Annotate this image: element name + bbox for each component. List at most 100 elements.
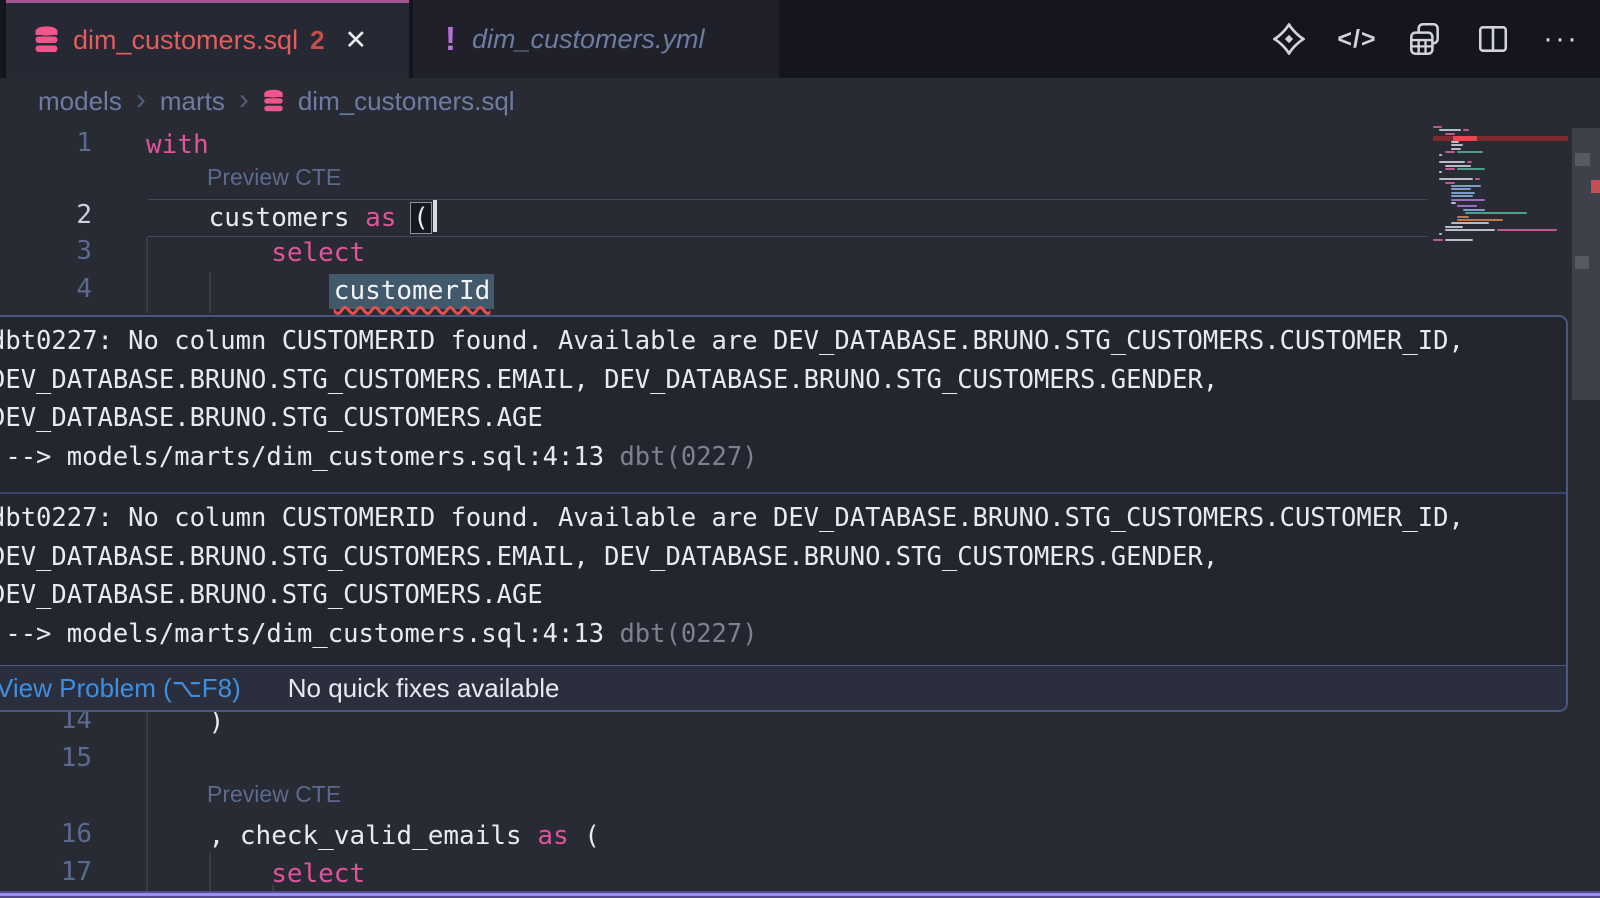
scrollbar[interactable] [1572,0,1600,898]
no-quick-fixes-label: No quick fixes available [288,673,560,704]
minimap-code-line [1467,161,1472,163]
panel-sash[interactable] [0,891,1600,898]
minimap-code-line [1445,168,1455,170]
warning-icon: ! [445,20,456,58]
minimap-code-line [1433,126,1442,128]
minimap-code-line [1457,205,1477,207]
breadcrumb-marts[interactable]: marts [160,86,225,117]
line-number: 17 [0,855,92,889]
split-editor-icon[interactable] [1474,20,1512,58]
minimap-code-line [1439,171,1442,173]
indent-guide [146,712,148,891]
minimap-code-line [1445,182,1455,184]
minimap-code-line [1433,239,1443,241]
popup-status-bar: View Problem (⌥F8) No quick fixes availa… [0,665,1568,711]
codelens-preview-cte[interactable]: Preview CTE [207,781,341,808]
indent-guide [146,237,148,313]
error-message-line: DEV_DATABASE.BRUNO.STG_CUSTOMERS.AGE [0,579,543,612]
minimap-code-line [1457,151,1483,153]
minimap-code-line [1445,151,1455,153]
minimap-code-line [1451,202,1456,204]
minimap-code-line [1451,144,1463,146]
minimap-code-line [1457,168,1485,170]
minimap-code-line [1451,185,1481,187]
overview-ruler-error-marker [1591,180,1600,193]
indent-guide [209,272,211,313]
keyword-token: select [271,859,365,889]
line-number: 3 [0,234,92,268]
editor-window: dim_customers.sql 2 ✕ ! dim_customers.ym… [0,0,1600,898]
error-identifier: customerId [329,274,495,309]
code-token: ( [569,821,600,851]
minimap-code-line [1445,239,1473,241]
close-tab-icon[interactable]: ✕ [345,25,368,56]
line-number: 16 [0,817,92,851]
chevron-right-icon: › [136,85,146,115]
minimap-code-line [1451,188,1471,190]
minimap-code-line [1451,192,1475,194]
codelens-preview-cte[interactable]: Preview CTE [207,164,341,191]
keyword-token: select [271,238,365,268]
line-number: 2 [0,198,92,232]
minimap-code-line [1457,216,1469,218]
minimap-code-line [1439,129,1461,131]
code-token: customers [209,203,366,233]
view-problem-link[interactable]: View Problem (⌥F8) [0,673,241,704]
code-line[interactable]: customerId [334,274,495,308]
editor-toolbar: </> ··· [1270,0,1580,78]
minimap-code-line [1439,154,1442,156]
keyword-token: as [537,821,568,851]
error-message-line: --> models/marts/dim_customers.sql:4:13 … [0,618,758,651]
error-message-line: DEV_DATABASE.BRUNO.STG_CUSTOMERS.EMAIL, … [0,364,1218,397]
overview-ruler-change-marker [1575,153,1590,166]
minimap[interactable] [1433,124,1568,249]
tab-dim-customers-yml[interactable]: ! dim_customers.yml [413,0,779,78]
minimap-code-line [1497,229,1557,231]
chevron-right-icon: › [239,85,249,115]
minimap-code-line [1463,129,1469,131]
indent-guide [209,853,211,891]
minimap-code-line [1457,219,1503,221]
code-line[interactable]: , check_valid_emails as ( [209,819,600,853]
code-token: ( [410,202,432,234]
keyword-token: with [146,130,209,160]
tab-title: dim_customers.yml [472,24,705,55]
minimap-code-line [1439,161,1465,163]
minimap-code-line [1445,226,1463,228]
keyword-token: as [365,203,396,233]
popup-divider [0,492,1568,494]
tab-bar: dim_customers.sql 2 ✕ ! dim_customers.ym… [0,0,1600,78]
code-token: , check_valid_emails [209,821,538,851]
error-message-line: DEV_DATABASE.BRUNO.STG_CUSTOMERS.EMAIL, … [0,541,1218,574]
code-icon[interactable]: </> [1338,20,1376,58]
tab-dim-customers-sql[interactable]: dim_customers.sql 2 ✕ [6,0,409,78]
line-number: 15 [0,741,92,775]
breadcrumb-file[interactable]: dim_customers.sql [298,86,515,117]
breadcrumb-models[interactable]: models [38,86,122,117]
overview-ruler-change-marker [1575,256,1589,269]
error-message-line: --> models/marts/dim_customers.sql:4:13 … [0,441,758,474]
error-message-line: dbt0227: No column CUSTOMERID found. Ava… [0,325,1464,358]
code-line[interactable]: with [146,128,209,162]
tab-problem-badge: 2 [310,25,324,56]
tab-title: dim_customers.sql [73,25,298,56]
breadcrumb: models › marts › dim_customers.sql [38,78,515,125]
line-number: 1 [0,126,92,160]
code-line[interactable]: select [271,236,365,270]
problem-hover-popup: dbt0227: No column CUSTOMERID found. Ava… [0,315,1568,712]
database-icon [34,26,59,56]
dbt-logo-icon[interactable] [1270,20,1308,58]
minimap-code-line [1451,222,1489,224]
minimap-code-line [1465,212,1527,214]
line-number: 4 [0,272,92,306]
minimap-code-line [1445,229,1495,231]
text-cursor [433,200,437,232]
code-line[interactable]: select [271,857,365,891]
minimap-code-line [1451,199,1485,201]
query-results-icon[interactable] [1406,20,1444,58]
minimap-code-line [1439,233,1442,235]
code-line[interactable]: customers as ( [209,200,437,235]
minimap-code-line [1451,141,1459,143]
minimap-code-line [1445,133,1455,135]
database-icon [263,89,284,115]
